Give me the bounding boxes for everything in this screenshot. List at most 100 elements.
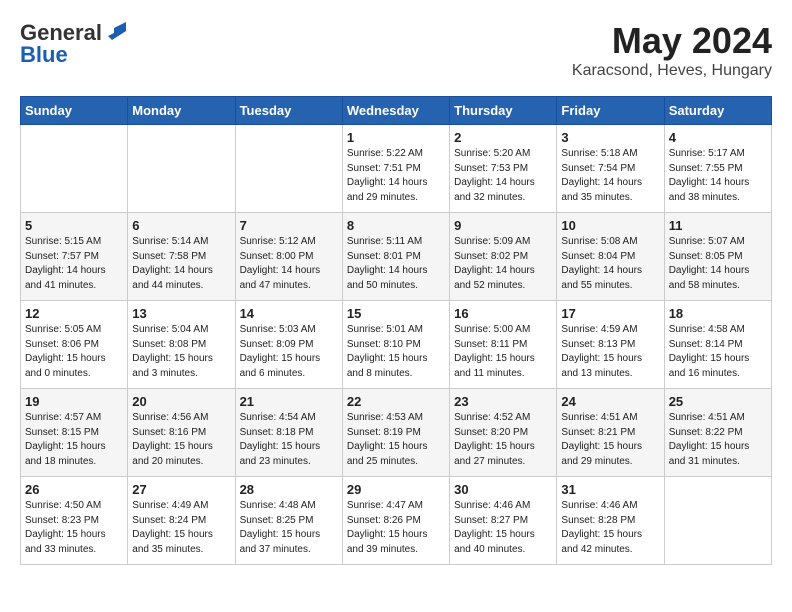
day-number: 15 [347, 306, 445, 321]
day-number: 16 [454, 306, 552, 321]
day-info: Sunrise: 4:58 AMSunset: 8:14 PMDaylight:… [669, 323, 767, 381]
calendar-cell: 21 Sunrise: 4:54 AMSunset: 8:18 PMDayligh… [235, 389, 342, 477]
calendar-cell: 15 Sunrise: 5:01 AMSunset: 8:10 PMDayligh… [342, 301, 449, 389]
day-number: 20 [132, 394, 230, 409]
calendar-cell: 22 Sunrise: 4:53 AMSunset: 8:19 PMDayligh… [342, 389, 449, 477]
day-info: Sunrise: 5:14 AMSunset: 7:58 PMDaylight:… [132, 235, 230, 293]
calendar-cell: 25 Sunrise: 4:51 AMSunset: 8:22 PMDayligh… [664, 389, 771, 477]
day-number: 7 [240, 218, 338, 233]
day-number: 5 [25, 218, 123, 233]
day-header-tuesday: Tuesday [235, 97, 342, 125]
day-info: Sunrise: 4:46 AMSunset: 8:28 PMDaylight:… [561, 499, 659, 557]
calendar-cell: 19 Sunrise: 4:57 AMSunset: 8:15 PMDayligh… [21, 389, 128, 477]
calendar-cell: 6 Sunrise: 5:14 AMSunset: 7:58 PMDaylight… [128, 213, 235, 301]
calendar-week-row: 1 Sunrise: 5:22 AMSunset: 7:51 PMDaylight… [21, 125, 772, 213]
day-number: 21 [240, 394, 338, 409]
calendar-week-row: 19 Sunrise: 4:57 AMSunset: 8:15 PMDayligh… [21, 389, 772, 477]
calendar-cell: 13 Sunrise: 5:04 AMSunset: 8:08 PMDayligh… [128, 301, 235, 389]
calendar-cell: 8 Sunrise: 5:11 AMSunset: 8:01 PMDaylight… [342, 213, 449, 301]
day-number: 23 [454, 394, 552, 409]
day-info: Sunrise: 5:01 AMSunset: 8:10 PMDaylight:… [347, 323, 445, 381]
day-info: Sunrise: 4:51 AMSunset: 8:22 PMDaylight:… [669, 411, 767, 469]
calendar-cell: 30Sunrise: 4:46 AMSunset: 8:27 PMDayligh… [450, 477, 557, 565]
calendar-cell: 7 Sunrise: 5:12 AMSunset: 8:00 PMDaylight… [235, 213, 342, 301]
day-number: 2 [454, 130, 552, 145]
day-number: 26 [25, 482, 123, 497]
day-info: Sunrise: 5:12 AMSunset: 8:00 PMDaylight:… [240, 235, 338, 293]
calendar-cell: 28Sunrise: 4:48 AMSunset: 8:25 PMDayligh… [235, 477, 342, 565]
day-number: 28 [240, 482, 338, 497]
calendar-cell [664, 477, 771, 565]
day-info: Sunrise: 5:05 AMSunset: 8:06 PMDaylight:… [25, 323, 123, 381]
day-info: Sunrise: 5:11 AMSunset: 8:01 PMDaylight:… [347, 235, 445, 293]
day-number: 14 [240, 306, 338, 321]
calendar-cell: 1 Sunrise: 5:22 AMSunset: 7:51 PMDaylight… [342, 125, 449, 213]
day-info: Sunrise: 4:47 AMSunset: 8:26 PMDaylight:… [347, 499, 445, 557]
calendar-cell: 5Sunrise: 5:15 AMSunset: 7:57 PMDaylight… [21, 213, 128, 301]
day-header-monday: Monday [128, 97, 235, 125]
day-info: Sunrise: 4:53 AMSunset: 8:19 PMDaylight:… [347, 411, 445, 469]
day-header-saturday: Saturday [664, 97, 771, 125]
day-info: Sunrise: 5:04 AMSunset: 8:08 PMDaylight:… [132, 323, 230, 381]
day-info: Sunrise: 4:49 AMSunset: 8:24 PMDaylight:… [132, 499, 230, 557]
day-number: 12 [25, 306, 123, 321]
day-number: 29 [347, 482, 445, 497]
day-number: 4 [669, 130, 767, 145]
calendar-subtitle: Karacsond, Heves, Hungary [572, 62, 772, 80]
day-number: 18 [669, 306, 767, 321]
day-info: Sunrise: 4:56 AMSunset: 8:16 PMDaylight:… [132, 411, 230, 469]
day-info: Sunrise: 5:18 AMSunset: 7:54 PMDaylight:… [561, 147, 659, 205]
day-number: 8 [347, 218, 445, 233]
calendar-cell: 20 Sunrise: 4:56 AMSunset: 8:16 PMDayligh… [128, 389, 235, 477]
calendar-header-row: SundayMondayTuesdayWednesdayThursdayFrid… [21, 97, 772, 125]
calendar-table: SundayMondayTuesdayWednesdayThursdayFrid… [20, 96, 772, 565]
day-info: Sunrise: 4:54 AMSunset: 8:18 PMDaylight:… [240, 411, 338, 469]
calendar-cell: 29 Sunrise: 4:47 AMSunset: 8:26 PMDayligh… [342, 477, 449, 565]
calendar-cell: 23 Sunrise: 4:52 AMSunset: 8:20 PMDayligh… [450, 389, 557, 477]
day-number: 19 [25, 394, 123, 409]
calendar-cell: 10Sunrise: 5:08 AMSunset: 8:04 PMDayligh… [557, 213, 664, 301]
logo-arrow-icon [104, 22, 126, 40]
day-info: Sunrise: 4:57 AMSunset: 8:15 PMDaylight:… [25, 411, 123, 469]
calendar-cell: 2 Sunrise: 5:20 AMSunset: 7:53 PMDaylight… [450, 125, 557, 213]
day-info: Sunrise: 4:52 AMSunset: 8:20 PMDaylight:… [454, 411, 552, 469]
calendar-cell [21, 125, 128, 213]
calendar-week-row: 12 Sunrise: 5:05 AMSunset: 8:06 PMDayligh… [21, 301, 772, 389]
day-info: Sunrise: 5:08 AMSunset: 8:04 PMDaylight:… [561, 235, 659, 293]
calendar-cell: 11Sunrise: 5:07 AMSunset: 8:05 PMDayligh… [664, 213, 771, 301]
day-info: Sunrise: 5:17 AMSunset: 7:55 PMDaylight:… [669, 147, 767, 205]
day-number: 9 [454, 218, 552, 233]
calendar-cell: 31 Sunrise: 4:46 AMSunset: 8:28 PMDayligh… [557, 477, 664, 565]
day-info: Sunrise: 4:46 AMSunset: 8:27 PMDaylight:… [454, 499, 552, 557]
calendar-week-row: 5Sunrise: 5:15 AMSunset: 7:57 PMDaylight… [21, 213, 772, 301]
calendar-cell [128, 125, 235, 213]
calendar-cell: 4 Sunrise: 5:17 AMSunset: 7:55 PMDaylight… [664, 125, 771, 213]
day-info: Sunrise: 5:20 AMSunset: 7:53 PMDaylight:… [454, 147, 552, 205]
calendar-cell: 17Sunrise: 4:59 AMSunset: 8:13 PMDayligh… [557, 301, 664, 389]
day-header-friday: Friday [557, 97, 664, 125]
day-number: 6 [132, 218, 230, 233]
day-info: Sunrise: 5:03 AMSunset: 8:09 PMDaylight:… [240, 323, 338, 381]
calendar-cell: 26 Sunrise: 4:50 AMSunset: 8:23 PMDayligh… [21, 477, 128, 565]
day-info: Sunrise: 5:00 AMSunset: 8:11 PMDaylight:… [454, 323, 552, 381]
day-info: Sunrise: 5:09 AMSunset: 8:02 PMDaylight:… [454, 235, 552, 293]
day-number: 27 [132, 482, 230, 497]
calendar-cell [235, 125, 342, 213]
calendar-title: May 2024 [572, 20, 772, 62]
day-info: Sunrise: 5:22 AMSunset: 7:51 PMDaylight:… [347, 147, 445, 205]
calendar-cell: 24Sunrise: 4:51 AMSunset: 8:21 PMDayligh… [557, 389, 664, 477]
day-number: 24 [561, 394, 659, 409]
day-info: Sunrise: 4:50 AMSunset: 8:23 PMDaylight:… [25, 499, 123, 557]
day-number: 31 [561, 482, 659, 497]
title-block: May 2024 Karacsond, Heves, Hungary [572, 20, 772, 80]
calendar-cell: 9 Sunrise: 5:09 AMSunset: 8:02 PMDaylight… [450, 213, 557, 301]
day-header-thursday: Thursday [450, 97, 557, 125]
day-number: 1 [347, 130, 445, 145]
calendar-week-row: 26 Sunrise: 4:50 AMSunset: 8:23 PMDayligh… [21, 477, 772, 565]
day-number: 13 [132, 306, 230, 321]
day-number: 25 [669, 394, 767, 409]
day-number: 22 [347, 394, 445, 409]
calendar-cell: 14 Sunrise: 5:03 AMSunset: 8:09 PMDayligh… [235, 301, 342, 389]
calendar-cell: 16 Sunrise: 5:00 AMSunset: 8:11 PMDayligh… [450, 301, 557, 389]
day-info: Sunrise: 5:07 AMSunset: 8:05 PMDaylight:… [669, 235, 767, 293]
